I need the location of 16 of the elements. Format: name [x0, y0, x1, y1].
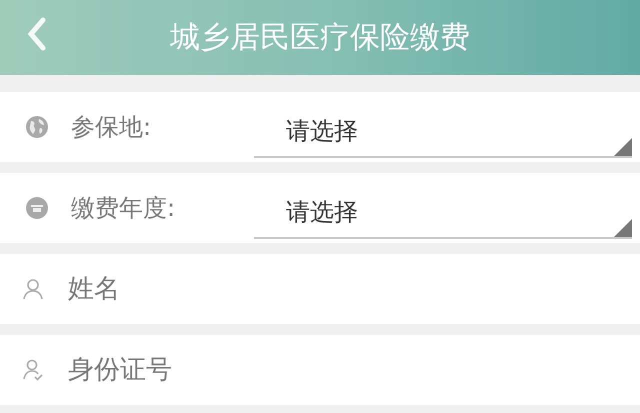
back-icon[interactable]: [27, 17, 47, 51]
dropdown-triangle-icon: [614, 219, 632, 237]
page-title: 城乡居民医疗保险缴费: [170, 22, 470, 52]
text-input[interactable]: 姓名: [68, 270, 640, 308]
badge-icon: [25, 196, 49, 220]
person-check-icon: [21, 358, 45, 382]
text-field[interactable]: 身份证号: [0, 335, 640, 405]
select-field[interactable]: 请选择: [254, 187, 632, 239]
field-label: 参保地:: [71, 112, 152, 143]
dropdown-triangle-icon: [614, 138, 632, 156]
field-label: 缴费年度:: [71, 193, 176, 224]
globe-icon: [25, 115, 49, 139]
person-icon: [21, 277, 45, 301]
text-input[interactable]: 身份证号: [68, 350, 640, 390]
select-field[interactable]: 请选择: [254, 106, 632, 158]
text-field[interactable]: 姓名: [0, 254, 640, 324]
